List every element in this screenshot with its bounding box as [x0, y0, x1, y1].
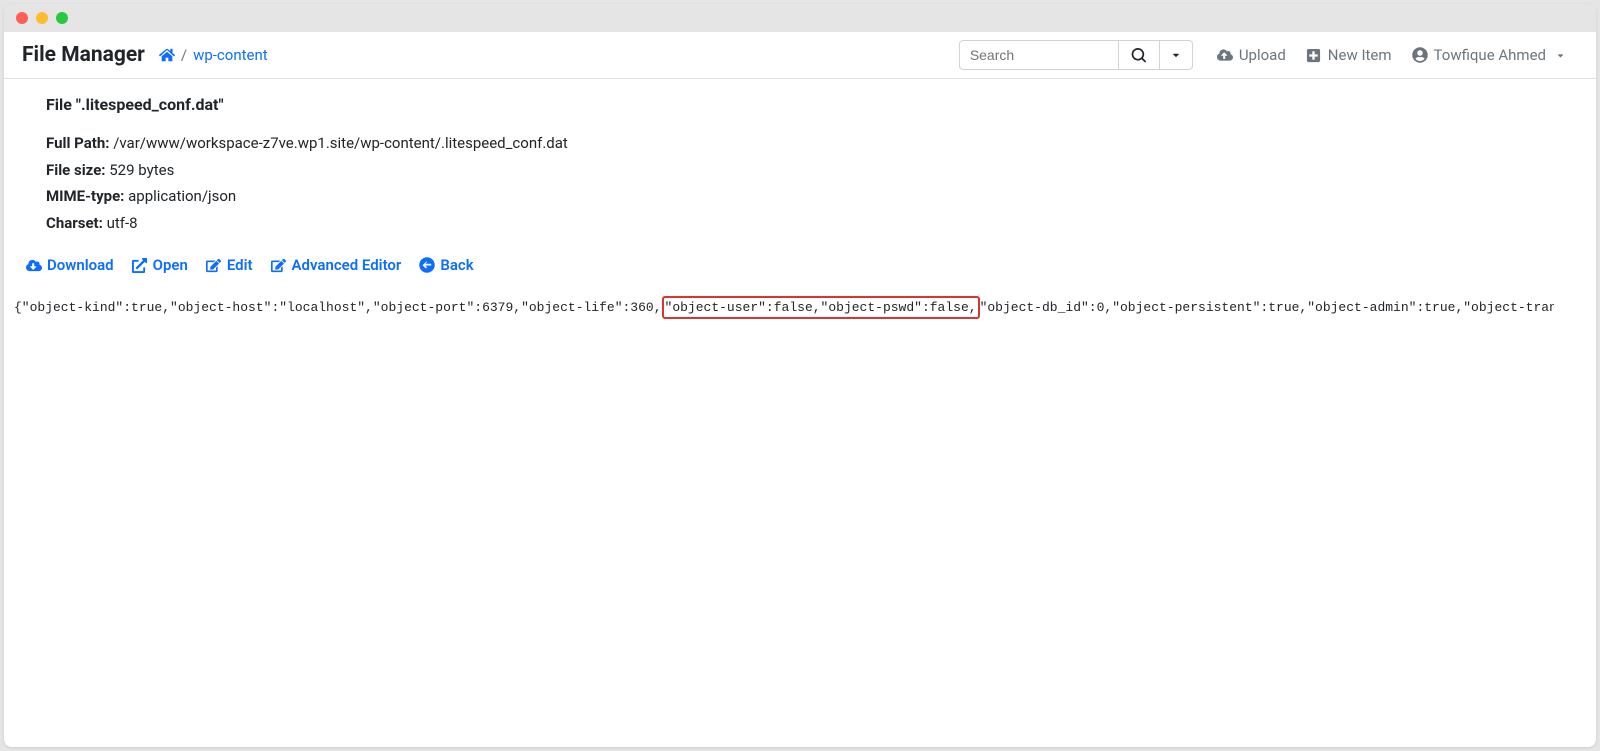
open-button[interactable]: Open	[132, 256, 188, 274]
actions-row: Download Open Edit Advanced Editor	[26, 256, 1554, 274]
new-item-label: New Item	[1328, 46, 1392, 64]
search-icon	[1131, 47, 1147, 63]
highlighted-content: "object-user":false,"object-pswd":false,	[662, 296, 980, 319]
file-size-label: File size:	[46, 161, 106, 179]
content-area: File ".litespeed_conf.dat" Full Path: /v…	[4, 79, 1596, 319]
cloud-upload-icon	[1217, 47, 1233, 63]
full-path-line: Full Path: /var/www/workspace-z7ve.wp1.s…	[46, 132, 1554, 155]
breadcrumb-separator: /	[181, 46, 187, 64]
back-button[interactable]: Back	[419, 256, 473, 274]
file-size-line: File size: 529 bytes	[46, 159, 1554, 182]
back-label: Back	[440, 256, 473, 274]
user-menu[interactable]: Towfique Ahmed	[1402, 40, 1578, 70]
breadcrumb-link[interactable]: wp-content	[193, 46, 268, 64]
mime-type-label: MIME-type:	[46, 187, 124, 205]
advanced-editor-label: Advanced Editor	[292, 256, 402, 274]
file-header: File ".litespeed_conf.dat"	[46, 95, 1554, 114]
file-size-value: 529 bytes	[106, 161, 175, 179]
charset-line: Charset: utf-8	[46, 212, 1554, 235]
edit-label: Edit	[227, 256, 253, 274]
window-titlebar	[4, 4, 1596, 32]
upload-label: Upload	[1239, 46, 1286, 64]
plus-square-icon	[1306, 47, 1322, 63]
charset-label: Charset:	[46, 214, 103, 232]
breadcrumb: / wp-content	[159, 46, 268, 64]
search-dropdown-button[interactable]	[1160, 40, 1193, 70]
mime-type-value: application/json	[124, 187, 236, 205]
home-icon[interactable]	[159, 47, 175, 63]
open-label: Open	[153, 256, 188, 274]
cloud-download-icon	[26, 257, 42, 273]
advanced-editor-button[interactable]: Advanced Editor	[271, 256, 402, 274]
upload-link[interactable]: Upload	[1207, 40, 1296, 70]
user-name: Towfique Ahmed	[1434, 46, 1546, 64]
full-path-label: Full Path:	[46, 134, 109, 152]
user-circle-icon	[1412, 47, 1428, 63]
chevron-left-circle-icon	[419, 257, 435, 273]
edit-icon	[206, 257, 222, 273]
search-group	[959, 40, 1193, 70]
chevron-down-icon	[1168, 47, 1184, 63]
mime-type-line: MIME-type: application/json	[46, 185, 1554, 208]
download-label: Download	[47, 256, 114, 274]
new-item-link[interactable]: New Item	[1296, 40, 1402, 70]
window-close-button[interactable]	[16, 12, 28, 24]
external-link-icon	[132, 257, 148, 273]
topbar: File Manager / wp-content	[4, 32, 1596, 79]
window-minimize-button[interactable]	[36, 12, 48, 24]
caret-down-icon	[1552, 47, 1568, 63]
download-button[interactable]: Download	[26, 256, 114, 274]
window-maximize-button[interactable]	[56, 12, 68, 24]
content-part-2: "object-db_id":0,"object-persistent":tru…	[980, 300, 1554, 315]
app-title: File Manager	[22, 43, 145, 67]
file-manager-window: File Manager / wp-content	[4, 4, 1596, 747]
full-path-value: /var/www/workspace-z7ve.wp1.site/wp-cont…	[109, 134, 567, 152]
charset-value: utf-8	[103, 214, 138, 232]
search-button[interactable]	[1119, 40, 1160, 70]
edit-square-icon	[271, 257, 287, 273]
search-input[interactable]	[959, 40, 1119, 70]
content-part-1: {"object-kind":true,"object-host":"local…	[14, 300, 662, 315]
edit-button[interactable]: Edit	[206, 256, 253, 274]
file-content: {"object-kind":true,"object-host":"local…	[14, 292, 1554, 319]
